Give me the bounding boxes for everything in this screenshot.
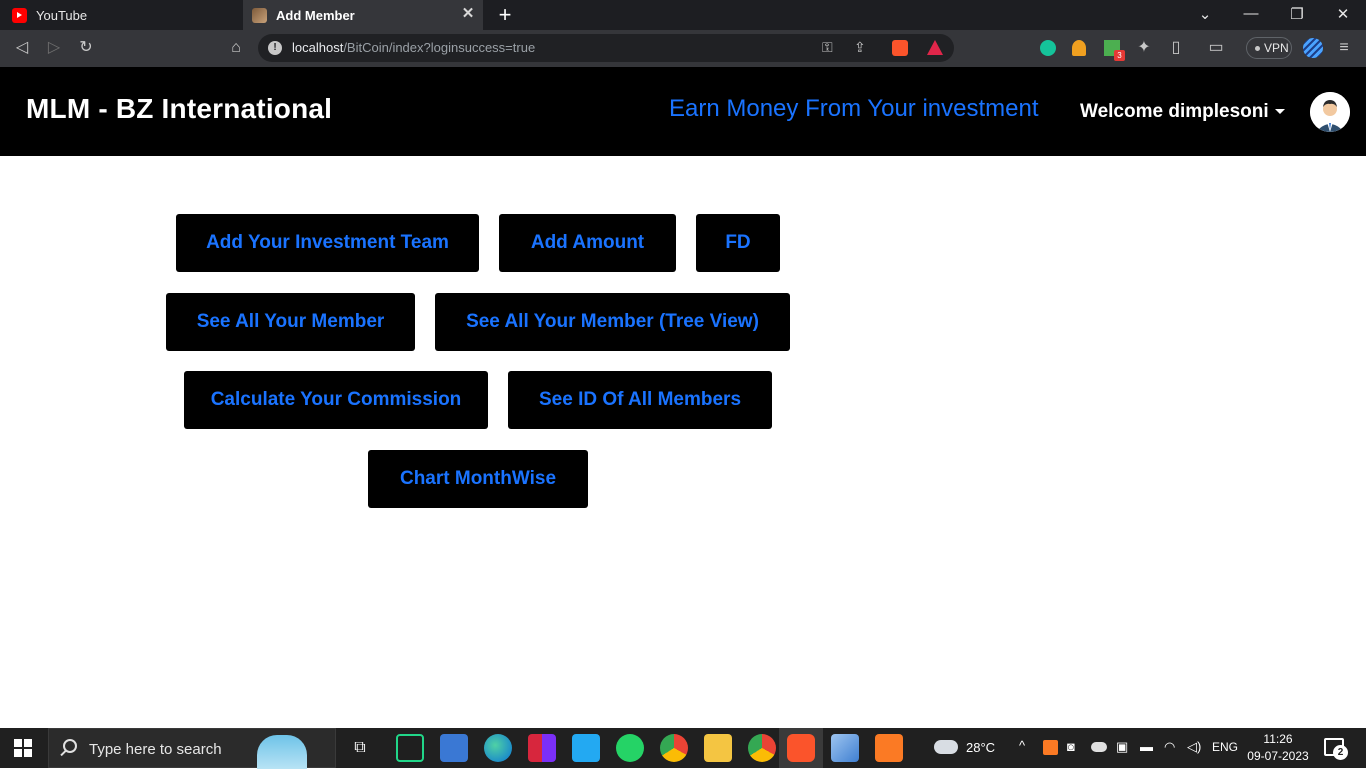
chrome-profile-icon[interactable]: [748, 734, 776, 762]
brave-shields-icon[interactable]: [892, 40, 908, 56]
show-hidden-icons-chevron-icon[interactable]: ^: [1019, 738, 1025, 753]
camera-tray-icon[interactable]: ◙: [1067, 739, 1075, 754]
welcome-text: Welcome dimplesoni: [1080, 101, 1269, 122]
weather-temp[interactable]: 28°C: [966, 740, 995, 755]
browser-tab-strip: YouTube Add Member ✕ + ⌄ — ❐ ✕: [0, 0, 1366, 30]
restore-button[interactable]: ❐: [1287, 5, 1307, 23]
taskbar-search-input[interactable]: Type here to search: [48, 728, 336, 769]
winrar-icon[interactable]: [528, 734, 556, 762]
display-tray-icon[interactable]: ▣: [1116, 739, 1128, 755]
extension-person-icon[interactable]: [1072, 40, 1086, 56]
see-members-tree-view-button[interactable]: See All Your Member (Tree View): [435, 293, 790, 351]
site-header: MLM - BZ International Earn Money From Y…: [0, 67, 1366, 156]
wifi-icon[interactable]: ◠: [1164, 739, 1175, 755]
file-explorer-icon[interactable]: [704, 734, 732, 762]
new-tab-button[interactable]: +: [494, 3, 516, 27]
key-icon[interactable]: ⚿: [822, 39, 833, 56]
forward-icon[interactable]: ▷: [44, 38, 64, 58]
taskbar-clock[interactable]: 11:26 09-07-2023: [1240, 731, 1316, 765]
tab-add-member[interactable]: Add Member ✕: [243, 0, 483, 30]
vscode-icon[interactable]: [572, 734, 600, 762]
header-tagline: Earn Money From Your investment: [669, 95, 1039, 122]
xampp-tray-icon[interactable]: [1043, 740, 1058, 755]
search-icon: [63, 739, 77, 753]
clock-time: 11:26: [1263, 732, 1293, 746]
clock-date: 09-07-2023: [1247, 749, 1309, 763]
chart-monthwise-button[interactable]: Chart MonthWise: [368, 450, 588, 508]
youtube-icon: [12, 7, 27, 23]
pycharm-icon[interactable]: [396, 734, 424, 762]
add-amount-button[interactable]: Add Amount: [499, 214, 676, 272]
sidebar-icon[interactable]: ▯: [1166, 38, 1186, 58]
windows-start-icon[interactable]: [14, 739, 32, 757]
chrome-icon[interactable]: [660, 734, 688, 762]
reload-icon[interactable]: ↻: [76, 38, 96, 58]
back-icon[interactable]: ◁: [12, 38, 32, 58]
virtualbox-icon[interactable]: [831, 734, 859, 762]
tab-search-chevron-icon[interactable]: ⌄: [1195, 5, 1215, 23]
see-member-ids-button[interactable]: See ID Of All Members: [508, 371, 772, 429]
xampp-icon[interactable]: [875, 734, 903, 762]
search-highlight-lighthouse-icon: [257, 735, 307, 769]
profile-globe-icon[interactable]: [1303, 38, 1323, 58]
share-icon[interactable]: ⇪: [854, 39, 866, 56]
edge-icon[interactable]: [484, 734, 512, 762]
microsoft-store-icon[interactable]: [440, 734, 468, 762]
bookmark-icon[interactable]: ⌂: [226, 38, 246, 58]
address-url: localhost/BitCoin/index?loginsuccess=tru…: [292, 40, 536, 55]
close-window-button[interactable]: ✕: [1333, 5, 1353, 23]
add-investment-team-button[interactable]: Add Your Investment Team: [176, 214, 479, 272]
close-tab-icon[interactable]: ✕: [460, 6, 476, 22]
language-indicator[interactable]: ENG: [1212, 740, 1238, 754]
tab-label: Add Member: [276, 7, 355, 23]
notification-count-badge: 2: [1333, 745, 1348, 760]
extensions-puzzle-icon[interactable]: ✦: [1134, 38, 1154, 58]
wallet-icon[interactable]: ▭: [1206, 38, 1226, 58]
windows-taskbar: Type here to search ⧉ 28°C ^ ◙ ▣ ▬ ◠ ◁) …: [0, 728, 1366, 769]
minimize-button[interactable]: —: [1241, 5, 1261, 22]
grammarly-icon[interactable]: [1040, 40, 1056, 56]
extension-badge: 3: [1114, 50, 1125, 61]
brave-icon[interactable]: [787, 734, 815, 762]
brand-title[interactable]: MLM - BZ International: [26, 93, 332, 125]
menu-icon[interactable]: ≡: [1334, 38, 1354, 58]
battery-icon[interactable]: ▬: [1140, 739, 1153, 754]
address-bar[interactable]: ! localhost/BitCoin/index?loginsuccess=t…: [258, 34, 954, 62]
onedrive-icon[interactable]: [1091, 742, 1107, 752]
site-info-icon[interactable]: !: [268, 41, 282, 55]
calculate-commission-button[interactable]: Calculate Your Commission: [184, 371, 488, 429]
fd-button[interactable]: FD: [696, 214, 780, 272]
task-view-icon[interactable]: ⧉: [350, 738, 370, 758]
caret-down-icon: [1274, 109, 1285, 115]
page-favicon-icon: [252, 7, 267, 23]
vpn-button[interactable]: VPN: [1246, 37, 1292, 59]
cloud-weather-icon[interactable]: [934, 740, 958, 754]
tab-youtube[interactable]: YouTube: [0, 0, 242, 30]
volume-icon[interactable]: ◁): [1187, 739, 1201, 755]
user-menu-dropdown[interactable]: Welcome dimplesoni: [1080, 101, 1285, 123]
tab-label: YouTube: [36, 7, 88, 23]
search-placeholder: Type here to search: [89, 741, 222, 758]
browser-toolbar: ◁ ▷ ↻ ⌂ ! localhost/BitCoin/index?logins…: [0, 30, 1366, 67]
avatar[interactable]: [1310, 92, 1350, 132]
whatsapp-icon[interactable]: [616, 734, 644, 762]
brave-rewards-icon[interactable]: [927, 40, 943, 55]
see-all-members-button[interactable]: See All Your Member: [166, 293, 415, 351]
